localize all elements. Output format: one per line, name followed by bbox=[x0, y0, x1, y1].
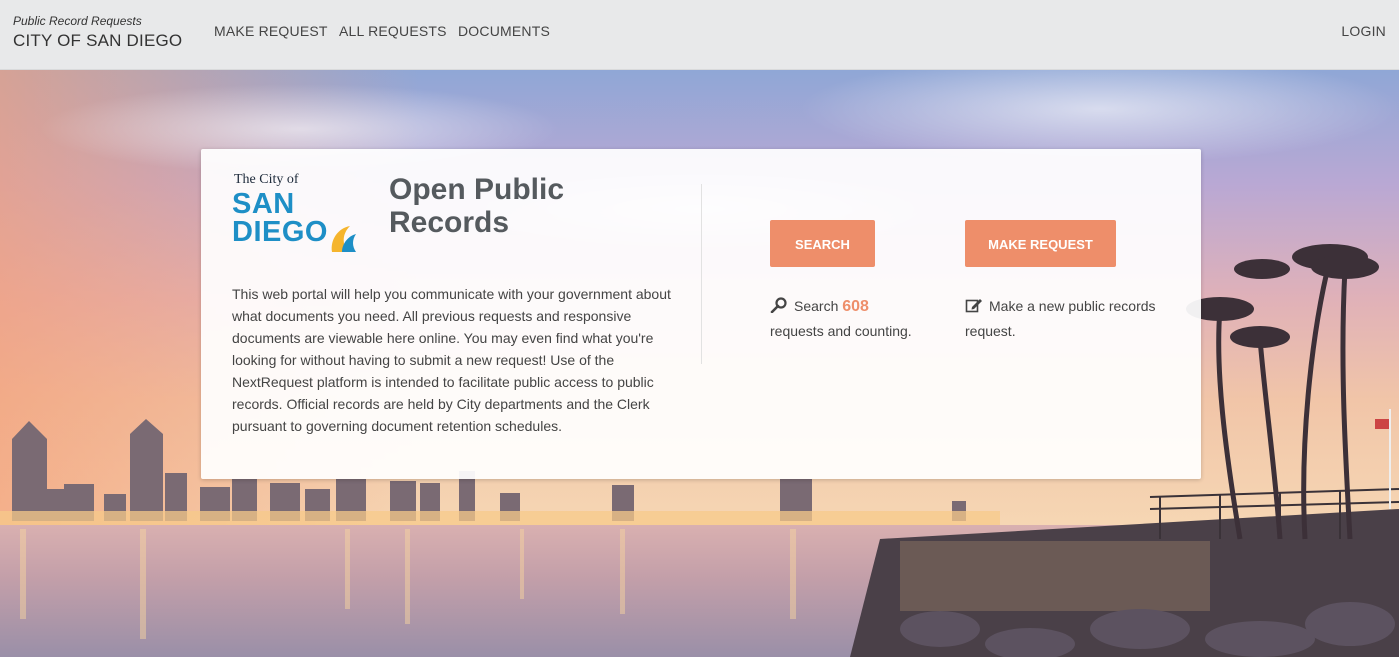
city-logo: The City of SAN DIEGO bbox=[232, 172, 362, 254]
logo-wave-icon bbox=[331, 226, 356, 252]
make-request-info: Make a new public records request. bbox=[965, 294, 1180, 344]
logo-line-3: DIEGO bbox=[232, 216, 328, 248]
make-request-button[interactable]: MAKE REQUEST bbox=[965, 220, 1116, 267]
top-navbar: Public Record Requests CITY OF SAN DIEGO… bbox=[0, 0, 1399, 70]
search-info: Search 608 requests and counting. bbox=[770, 294, 940, 344]
search-prefix: Search bbox=[794, 298, 839, 314]
brand[interactable]: Public Record Requests CITY OF SAN DIEGO bbox=[13, 14, 182, 51]
welcome-card: The City of SAN DIEGO Open Public Record… bbox=[201, 149, 1201, 479]
nav-documents[interactable]: DOCUMENTS bbox=[458, 23, 550, 39]
search-icon bbox=[770, 297, 787, 313]
logo-line-2: SAN bbox=[232, 188, 295, 220]
request-count: 608 bbox=[842, 298, 869, 315]
nav-all-requests[interactable]: ALL REQUESTS bbox=[339, 23, 447, 39]
vertical-divider bbox=[701, 184, 702, 364]
nav-login[interactable]: LOGIN bbox=[1341, 23, 1386, 39]
page-title: Open Public Records bbox=[389, 173, 565, 239]
nav-make-request[interactable]: MAKE REQUEST bbox=[214, 23, 328, 39]
portal-description: This web portal will help you communicat… bbox=[232, 286, 671, 434]
brand-subtitle: Public Record Requests bbox=[13, 14, 142, 28]
search-button[interactable]: SEARCH bbox=[770, 220, 875, 267]
make-request-text: Make a new public records request. bbox=[965, 298, 1156, 339]
edit-icon bbox=[965, 299, 982, 313]
brand-title[interactable]: CITY OF SAN DIEGO bbox=[13, 31, 182, 51]
search-suffix: requests and counting. bbox=[770, 323, 912, 339]
logo-line-1: The City of bbox=[234, 172, 299, 187]
